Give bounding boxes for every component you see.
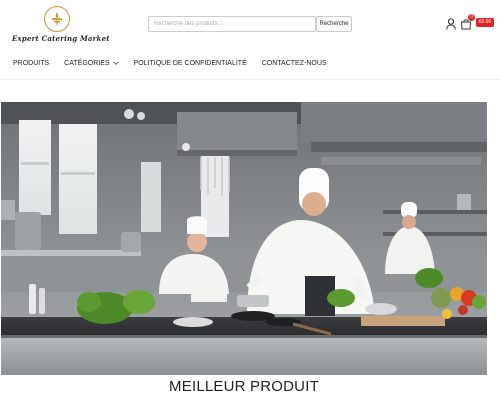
cart-count-badge: 0 bbox=[468, 14, 475, 21]
cart-widget[interactable]: 0 €0.00 bbox=[460, 14, 496, 32]
chevron-down-icon bbox=[112, 61, 119, 65]
fleur-de-lis-icon bbox=[44, 6, 70, 32]
search-form: Recherche bbox=[148, 16, 352, 32]
search-button[interactable]: Recherche bbox=[316, 16, 352, 32]
site-header: Expert Catering Market Recherche 0 €0.00… bbox=[0, 0, 500, 80]
search-input[interactable] bbox=[148, 16, 316, 32]
hero-banner bbox=[1, 102, 487, 375]
cart-total[interactable]: €0.00 bbox=[476, 18, 494, 27]
nav-item-produits[interactable]: PRODUITS bbox=[13, 57, 49, 69]
kitchen-chefs-photo bbox=[1, 102, 487, 375]
nav-item-politique[interactable]: POLITIQUE DE CONFIDENTIALITÉ bbox=[134, 57, 247, 69]
nav-item-categories[interactable]: CATÉGORIES bbox=[64, 57, 119, 69]
nav-item-label: PRODUITS bbox=[13, 59, 50, 67]
logo-text: Expert Catering Market bbox=[12, 34, 110, 43]
nav-item-contact[interactable]: CONTACTEZ-NOUS bbox=[262, 57, 327, 69]
section-title: MEILLEUR PRODUIT bbox=[169, 378, 319, 395]
nav-item-label: CONTACTEZ-NOUS bbox=[261, 59, 327, 67]
main-nav: PRODUITS CATÉGORIES POLITIQUE DE CONFIDE… bbox=[13, 57, 327, 69]
nav-item-label: CATÉGORIES bbox=[64, 59, 110, 67]
user-icon[interactable] bbox=[446, 17, 456, 30]
nav-item-label: POLITIQUE DE CONFIDENTIALITÉ bbox=[133, 59, 247, 67]
site-logo[interactable]: Expert Catering Market bbox=[12, 6, 110, 46]
